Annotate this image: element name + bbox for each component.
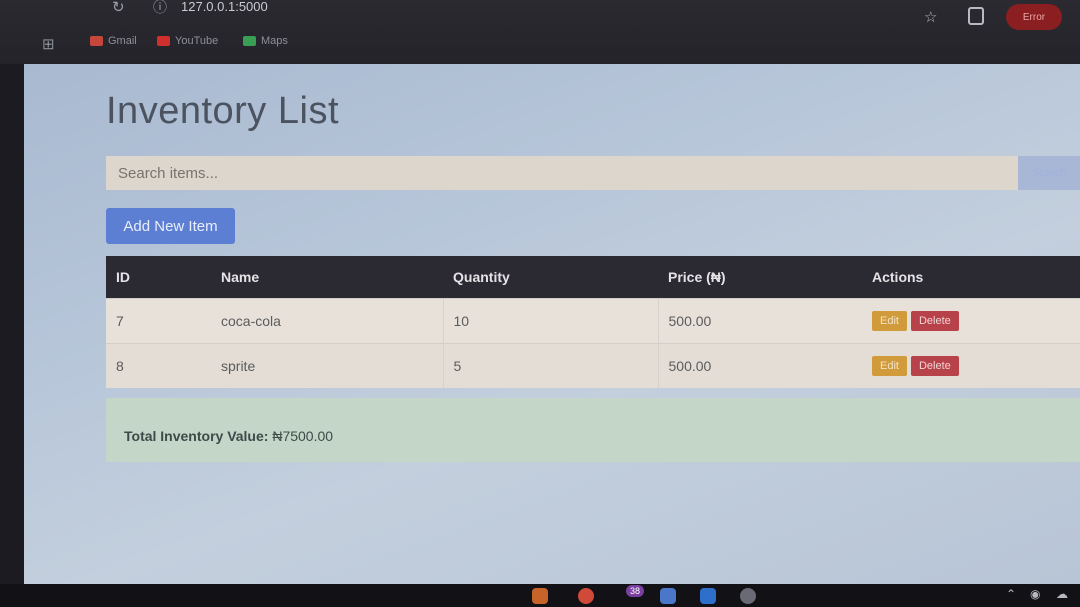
chevron-up-icon[interactable]: ⌃ [1006, 587, 1016, 601]
chrome-icon[interactable] [578, 588, 594, 604]
cell-price: 500.00 [657, 342, 862, 388]
delete-button[interactable]: Delete [910, 310, 959, 331]
edit-button[interactable]: Edit [872, 355, 907, 376]
cell-quantity: 10 [442, 297, 658, 343]
cell-name: sprite [211, 342, 443, 388]
column-header-price: Price (₦) [668, 268, 726, 285]
search-button[interactable]: Search [1018, 156, 1080, 190]
address-bar[interactable]: 127.0.0.1:5000 [181, 0, 268, 14]
total-label: Total Inventory Value: [124, 428, 269, 444]
bookmark-label: Maps [261, 35, 288, 47]
delete-button[interactable]: Delete [910, 355, 959, 376]
bookmark-label: Gmail [108, 35, 137, 47]
column-header-quantity: Quantity [453, 268, 510, 285]
cell-name: coca-cola [211, 297, 443, 343]
vscode-icon[interactable] [700, 588, 716, 604]
page-viewport: Inventory List Search Add New Item ID Na… [24, 64, 1080, 584]
bookmark-label: YouTube [175, 35, 219, 47]
column-header-id: ID [116, 268, 130, 285]
bookmark-maps[interactable]: Maps [243, 35, 288, 47]
youtube-icon [157, 36, 170, 46]
bookmark-gmail[interactable]: Gmail [90, 35, 137, 47]
taskbar: 38 ⌃ ◉ ☁ [0, 584, 1080, 607]
site-info-icon[interactable]: ⓘ [153, 0, 167, 17]
search-input[interactable] [106, 156, 1018, 190]
cell-price: 500.00 [657, 297, 862, 343]
bookmark-star-icon[interactable]: ☆ [924, 8, 937, 26]
add-new-item-button[interactable]: Add New Item [106, 208, 235, 244]
gmail-icon [90, 36, 103, 46]
total-value: ₦7500.00 [272, 428, 334, 444]
table-header-row: ID Name Quantity Price (₦) Actions [106, 256, 1080, 298]
table-row: 8 sprite 5 500.00 Edit Delete [106, 342, 1080, 388]
page-title: Inventory List [106, 90, 339, 132]
settings-gear-icon[interactable] [740, 588, 756, 604]
cell-actions: Edit Delete [862, 297, 1080, 343]
cell-actions: Edit Delete [862, 342, 1080, 388]
cell-id: 7 [106, 297, 211, 343]
extensions-icon[interactable] [968, 7, 984, 25]
inventory-table: ID Name Quantity Price (₦) Actions 7 coc… [106, 256, 1080, 388]
table-row: 7 coca-cola 10 500.00 Edit Delete [106, 297, 1080, 343]
taskbar-app-icon[interactable] [660, 588, 676, 604]
edit-button[interactable]: Edit [872, 310, 907, 331]
cell-quantity: 5 [442, 342, 658, 388]
taskbar-app-icon[interactable] [532, 588, 548, 604]
cloud-icon[interactable]: ☁ [1056, 587, 1068, 601]
column-header-name: Name [221, 268, 260, 285]
bookmark-youtube[interactable]: YouTube [157, 35, 218, 47]
browser-chrome: ↻ ⓘ 127.0.0.1:5000 ⊞ Gmail YouTube Maps … [0, 0, 1080, 64]
apps-grid-icon[interactable]: ⊞ [42, 35, 55, 53]
maps-icon [243, 36, 256, 46]
cell-id: 8 [106, 342, 211, 388]
total-inventory-panel: Total Inventory Value: ₦7500.00 [106, 398, 1080, 462]
reload-icon[interactable]: ↻ [112, 0, 125, 16]
profile-error-button[interactable]: Error [1006, 4, 1062, 30]
notification-badge: 38 [626, 585, 645, 597]
tray-icon[interactable]: ◉ [1030, 587, 1040, 601]
column-header-actions: Actions [872, 268, 924, 285]
